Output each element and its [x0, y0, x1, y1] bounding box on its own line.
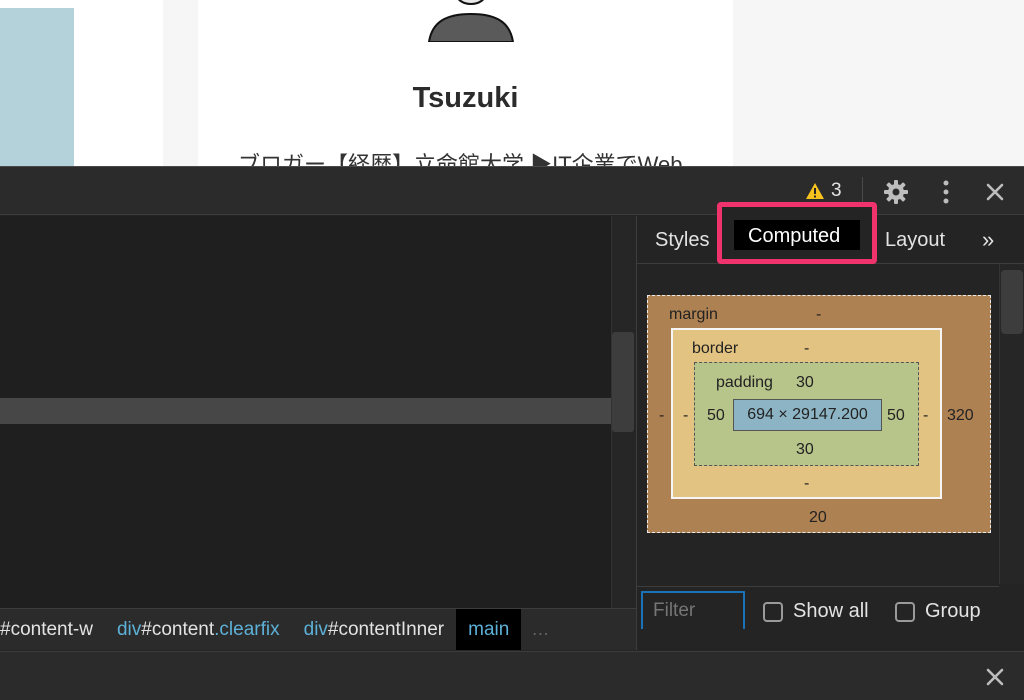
- margin-right-value[interactable]: 320: [947, 407, 974, 425]
- tab-computed[interactable]: Computed: [717, 202, 877, 264]
- show-all-checkbox[interactable]: Show all: [763, 600, 869, 623]
- margin-label: margin: [669, 306, 718, 323]
- close-drawer-button[interactable]: [981, 663, 1009, 691]
- selected-node-row[interactable]: [0, 398, 611, 424]
- show-all-label: Show all: [793, 600, 869, 622]
- devtools-panel: 3 #content-w div #content .clearfix div …: [0, 166, 1024, 700]
- avatar-icon: [427, 0, 515, 42]
- tab-styles[interactable]: Styles: [655, 216, 709, 264]
- breadcrumb-item[interactable]: div #content .clearfix: [105, 609, 292, 650]
- border-bottom-value[interactable]: -: [804, 475, 809, 493]
- group-checkbox[interactable]: Group: [895, 600, 981, 623]
- breadcrumb-tag: main: [468, 618, 510, 640]
- web-page: Tsuzuki ブロガー【経歴】立命館大学 ▶IT企業でWeb: [0, 0, 1024, 166]
- elements-scrollbar-thumb[interactable]: [612, 332, 634, 432]
- breadcrumb-id: #content: [141, 618, 215, 640]
- border-left-value[interactable]: -: [683, 407, 688, 425]
- margin-top-value[interactable]: -: [816, 306, 821, 324]
- breadcrumb-tag: div: [116, 618, 142, 640]
- margin-bottom-value[interactable]: 20: [809, 509, 827, 527]
- padding-label: padding: [716, 374, 773, 391]
- profile-bio: ブロガー【経歴】立命館大学 ▶IT企業でWeb: [238, 152, 683, 166]
- breadcrumb-id: #contentInner: [327, 618, 445, 640]
- breadcrumb-tag: div: [303, 618, 328, 640]
- more-tabs-chevron-icon[interactable]: »: [982, 216, 994, 264]
- content-size: 694 × 29147.200: [747, 406, 868, 423]
- settings-button[interactable]: [882, 178, 910, 206]
- breadcrumb-id: #content-w: [0, 618, 93, 640]
- close-icon: [986, 668, 1004, 686]
- checkbox-icon: [763, 601, 783, 622]
- kebab-menu-icon: [943, 180, 949, 204]
- padding-bottom-value[interactable]: 30: [796, 441, 814, 459]
- tab-computed-label: Computed: [748, 224, 841, 247]
- breadcrumb: #content-w div #content .clearfix div #cont…: [0, 608, 636, 650]
- filter-input[interactable]: [641, 591, 745, 629]
- profile-name: Tsuzuki: [412, 82, 519, 114]
- border-top-value[interactable]: -: [804, 340, 809, 358]
- sidebar-tabs: Styles Computed Layout »: [637, 202, 1024, 264]
- margin-left-value[interactable]: -: [659, 407, 664, 425]
- close-icon: [986, 183, 1004, 201]
- page-side-image: [0, 8, 74, 166]
- tab-layout[interactable]: Layout: [885, 216, 945, 264]
- toolbar-divider: [862, 177, 863, 205]
- computed-filter-bar: Show all Group: [637, 586, 999, 629]
- border-label: border: [692, 340, 739, 357]
- border-right-value[interactable]: -: [923, 407, 928, 425]
- breadcrumb-item-active[interactable]: main: [456, 609, 522, 650]
- breadcrumb-item[interactable]: div #contentInner: [292, 609, 457, 650]
- more-options-button[interactable]: [932, 178, 960, 206]
- breadcrumb-item[interactable]: #content-w: [0, 609, 105, 650]
- padding-right-value[interactable]: 50: [887, 407, 905, 425]
- warning-count: 3: [831, 180, 842, 201]
- box-model-diagram: 694 × 29147.200 margin - - 320 20 border…: [647, 295, 991, 533]
- devtools-drawer: [0, 651, 1024, 700]
- box-model-content[interactable]: 694 × 29147.200: [733, 399, 882, 431]
- group-label: Group: [925, 600, 981, 622]
- close-devtools-button[interactable]: [981, 178, 1009, 206]
- styles-sidebar: Styles Computed Layout » 694 × 29147.200…: [636, 202, 1024, 650]
- padding-top-value[interactable]: 30: [796, 374, 814, 392]
- breadcrumb-class: .clearfix: [214, 618, 280, 640]
- warning-icon: [806, 183, 824, 199]
- elements-tree[interactable]: [0, 216, 611, 608]
- sidebar-scrollbar-thumb[interactable]: [1001, 270, 1023, 334]
- breadcrumb-overflow[interactable]: …: [521, 619, 559, 640]
- padding-left-value[interactable]: 50: [707, 407, 725, 425]
- checkbox-icon: [895, 601, 915, 622]
- gear-icon: [884, 180, 908, 204]
- warnings-indicator[interactable]: 3: [805, 179, 842, 203]
